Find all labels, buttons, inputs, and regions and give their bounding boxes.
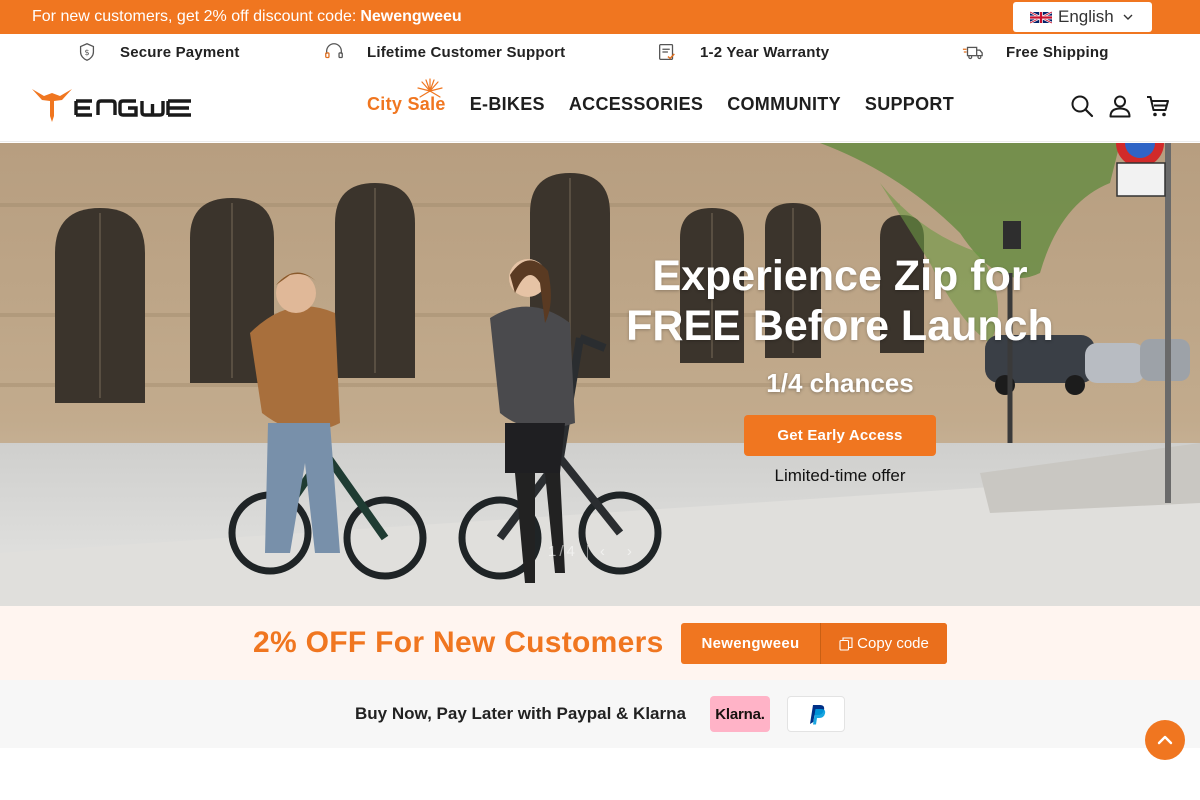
- benefit-label: Free Shipping: [1006, 43, 1109, 61]
- copy-code-button[interactable]: Copy code: [821, 623, 947, 664]
- nav-e-bikes[interactable]: E-BIKES: [470, 94, 545, 115]
- firework-icon: [417, 78, 443, 98]
- search-button[interactable]: [1068, 92, 1096, 120]
- benefit-support: Lifetime Customer Support: [323, 34, 565, 70]
- pager-total: 4: [566, 543, 575, 560]
- hero-banner[interactable]: Experience Zip for FREE Before Launch 1/…: [0, 143, 1200, 606]
- benefit-warranty: 1-2 Year Warranty: [656, 34, 829, 70]
- paylater-band: Buy Now, Pay Later with Paypal & Klarna …: [0, 680, 1200, 748]
- engwe-logo[interactable]: [30, 84, 196, 126]
- uk-flag-icon: [1030, 10, 1052, 24]
- cart-icon: [1147, 96, 1169, 117]
- hero-subtitle: 1/4 chances: [766, 368, 914, 398]
- nav-city-sale[interactable]: City Sale: [367, 78, 446, 115]
- get-early-access-button[interactable]: Get Early Access: [744, 415, 936, 456]
- hero-title: Experience Zip for FREE Before Launch: [600, 251, 1080, 351]
- discount-code: Newengweeu: [681, 623, 821, 664]
- benefit-shipping: Free Shipping: [962, 34, 1109, 70]
- site-header: City Sale E-BIKES ACCESSORIES COMMUNITY …: [0, 70, 1200, 142]
- discount-band: 2% OFF For New Customers Newengweeu Copy…: [0, 606, 1200, 680]
- account-icon: [1109, 95, 1131, 118]
- header-tools: [1068, 92, 1182, 120]
- hero-copy: Experience Zip for FREE Before Launch 1/…: [600, 251, 1080, 486]
- hero-note: Limited-time offer: [774, 466, 906, 485]
- cart-button[interactable]: [1144, 92, 1172, 120]
- hero-title-line2: FREE Before Launch: [626, 302, 1054, 350]
- nav-community[interactable]: COMMUNITY: [727, 94, 841, 115]
- chevron-right-icon[interactable]: ›: [627, 543, 632, 560]
- paypal-icon: [810, 705, 826, 725]
- chevron-up-icon: [1157, 735, 1173, 745]
- hero-title-line1: Experience Zip for: [652, 252, 1028, 300]
- benefit-label: Lifetime Customer Support: [367, 43, 566, 61]
- headset-icon: [325, 43, 343, 59]
- search-icon: [1071, 95, 1094, 118]
- carousel-pager[interactable]: 1 / 4 ‹ ›: [548, 543, 632, 560]
- copy-code-label: Copy code: [857, 635, 929, 652]
- truck-icon: [962, 46, 983, 60]
- language-label: English: [1058, 7, 1114, 26]
- pager-current: 1: [548, 543, 557, 560]
- shield-dollar-icon: $: [79, 43, 95, 61]
- account-button[interactable]: [1106, 92, 1134, 120]
- paylater-text: Buy Now, Pay Later with Paypal & Klarna: [355, 704, 686, 723]
- language-selector[interactable]: English: [1013, 2, 1152, 32]
- benefits-strip: $ Secure Payment Lifetime Customer Suppo…: [0, 34, 1200, 70]
- nav-accessories[interactable]: ACCESSORIES: [569, 94, 703, 115]
- pager-progress: [586, 544, 588, 559]
- discount-headline: 2% OFF For New Customers: [253, 626, 664, 659]
- discount-code-box: Newengweeu Copy code: [681, 623, 947, 664]
- paypal-logo: [787, 696, 845, 732]
- announcement-bar: For new customers, get 2% off discount c…: [0, 0, 1200, 34]
- benefit-label: 1-2 Year Warranty: [700, 43, 830, 61]
- document-check-icon: [659, 44, 675, 60]
- chevron-left-icon[interactable]: ‹: [600, 543, 605, 560]
- promo-code: Newengweeu: [360, 8, 462, 25]
- promo-message: For new customers, get 2% off discount c…: [32, 7, 462, 27]
- main-nav: City Sale E-BIKES ACCESSORIES COMMUNITY …: [367, 78, 978, 115]
- nav-support[interactable]: SUPPORT: [865, 94, 954, 115]
- back-to-top-button[interactable]: [1145, 720, 1185, 760]
- promo-text: For new customers, get 2% off discount c…: [32, 8, 357, 25]
- benefit-label: Secure Payment: [120, 43, 240, 61]
- copy-icon: [839, 636, 853, 651]
- klarna-logo: Klarna.: [710, 696, 770, 732]
- svg-text:$: $: [84, 47, 89, 57]
- benefit-secure-payment: $ Secure Payment: [76, 34, 240, 70]
- chevron-down-icon: [1123, 14, 1133, 20]
